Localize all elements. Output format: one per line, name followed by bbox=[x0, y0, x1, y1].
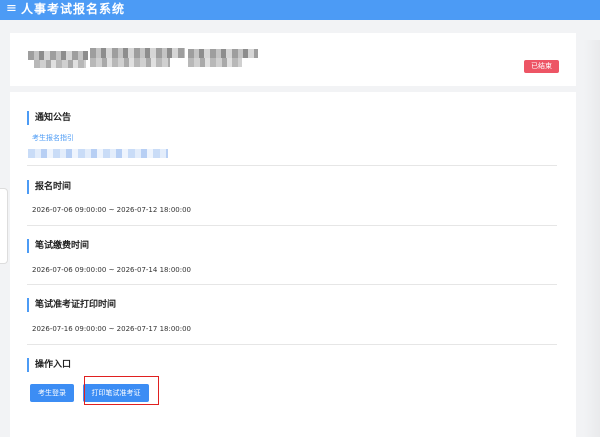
redacted-exam-title bbox=[90, 58, 170, 67]
scrollbar-track[interactable] bbox=[584, 40, 600, 437]
actions-section-title: 操作入口 bbox=[27, 358, 71, 372]
side-drawer-handle[interactable] bbox=[0, 188, 8, 264]
notice-guide-link[interactable]: 考生报名指引 bbox=[32, 133, 74, 143]
registration-time: 2026-07-06 09:00:00 ~ 2026-07-12 18:00:0… bbox=[32, 206, 192, 214]
section-divider bbox=[27, 165, 557, 166]
notice-section-title: 通知公告 bbox=[27, 111, 71, 125]
highlight-box bbox=[84, 376, 159, 405]
payment-section-title: 笔试缴费时间 bbox=[27, 239, 89, 253]
registration-section-title: 报名时间 bbox=[27, 180, 71, 194]
section-divider bbox=[27, 284, 557, 285]
status-badge: 已结束 bbox=[524, 60, 559, 73]
payment-time: 2026-07-06 09:00:00 ~ 2026-07-14 18:00:0… bbox=[32, 266, 192, 274]
candidate-login-button[interactable]: 考生登录 bbox=[30, 384, 74, 402]
redacted-exam-title bbox=[90, 48, 185, 58]
redacted-exam-title bbox=[188, 49, 258, 58]
redacted-exam-title bbox=[34, 60, 86, 68]
app-title: 人事考试报名系统 bbox=[21, 2, 126, 16]
admission-section-title: 笔试准考证打印时间 bbox=[27, 298, 116, 312]
redacted-exam-title bbox=[188, 58, 242, 67]
section-divider bbox=[27, 344, 557, 345]
exam-info-card: 已结束 bbox=[10, 33, 576, 86]
section-divider bbox=[27, 225, 557, 226]
top-header-bar: ≡ 人事考试报名系统 bbox=[0, 0, 600, 20]
admission-print-time: 2026-07-16 09:00:00 ~ 2026-07-17 18:00:0… bbox=[32, 325, 192, 333]
menu-icon[interactable]: ≡ bbox=[6, 0, 17, 18]
redacted-notice-text bbox=[28, 149, 168, 158]
redacted-exam-title bbox=[28, 51, 88, 60]
